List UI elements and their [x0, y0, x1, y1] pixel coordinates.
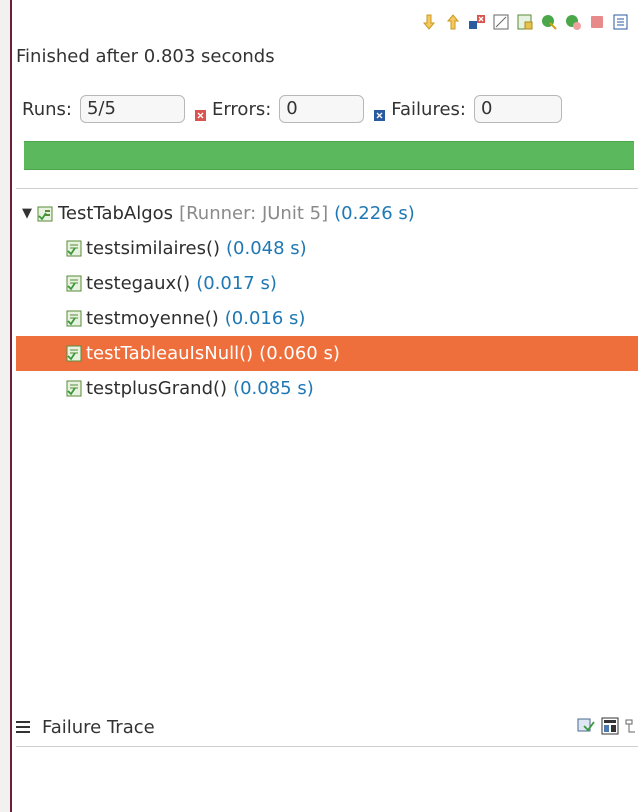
compare-result-icon[interactable] — [576, 716, 596, 741]
test-name: testmoyenne() — [86, 308, 219, 329]
stop-icon[interactable] — [588, 12, 606, 32]
test-name: testplusGrand() — [86, 378, 228, 399]
test-name: testegaux() — [86, 273, 191, 294]
counters-row: Runs: 5/5 Errors: 0 Failures: 0 — [22, 92, 632, 126]
show-failures-only-icon[interactable] — [468, 12, 486, 32]
suite-time: (0.226 s) — [334, 203, 415, 224]
expand-toggle-icon[interactable]: ▼ — [20, 206, 34, 221]
suite-runner: [Runner: JUnit 5] — [179, 203, 329, 224]
show-skipped-only-icon[interactable] — [516, 12, 534, 32]
failure-trace-header: Failure Trace — [16, 712, 638, 742]
scroll-lock-icon[interactable] — [492, 12, 510, 32]
runs-value: 5/5 — [79, 95, 185, 123]
test-passed-icon — [64, 344, 84, 364]
test-time: (0.060 s) — [259, 343, 340, 364]
failures-label: Failures: — [391, 98, 466, 120]
runs-label: Runs: — [22, 98, 72, 120]
divider — [16, 188, 638, 189]
failure-trace-label: Failure Trace — [42, 716, 155, 738]
divider — [16, 746, 638, 747]
left-edge-border — [0, 0, 12, 812]
error-icon — [194, 105, 206, 121]
errors-value: 0 — [279, 95, 365, 123]
test-passed-icon — [64, 379, 84, 399]
test-tree: ▼ TestTabAlgos [Runner: JUnit 5] (0.226 … — [16, 196, 638, 406]
suite-row[interactable]: ▼ TestTabAlgos [Runner: JUnit 5] (0.226 … — [16, 196, 638, 231]
next-failure-icon[interactable] — [420, 12, 438, 32]
test-time: (0.048 s) — [226, 238, 307, 259]
test-time: (0.085 s) — [233, 378, 314, 399]
test-row[interactable]: testplusGrand() (0.085 s) — [16, 371, 638, 406]
test-row[interactable]: testmoyenne() (0.016 s) — [16, 301, 638, 336]
test-time: (0.017 s) — [196, 273, 277, 294]
test-passed-icon — [64, 309, 84, 329]
failure-icon — [374, 105, 386, 121]
errors-label: Errors: — [211, 98, 272, 120]
previous-failure-icon[interactable] — [444, 12, 462, 32]
junit-toolbar — [420, 8, 632, 36]
test-passed-icon — [64, 274, 84, 294]
test-name: testTableauIsNull() — [86, 343, 254, 364]
test-row[interactable]: testsimilaires() (0.048 s) — [16, 231, 638, 266]
rerun-test-icon[interactable] — [540, 12, 558, 32]
progress-bar — [24, 141, 634, 170]
test-row[interactable]: testegaux() (0.017 s) — [16, 266, 638, 301]
test-time: (0.016 s) — [224, 308, 306, 329]
copy-trace-icon[interactable] — [624, 716, 638, 741]
status-text: Finished after 0.803 seconds — [16, 46, 275, 67]
failures-value: 0 — [473, 95, 562, 123]
test-name: testsimilaires() — [86, 238, 221, 259]
rerun-failed-first-icon[interactable] — [564, 12, 582, 32]
test-passed-icon — [64, 239, 84, 259]
suite-name: TestTabAlgos — [58, 203, 174, 224]
test-suite-icon — [36, 204, 56, 224]
trace-toolbar — [576, 716, 638, 741]
test-run-history-icon[interactable] — [612, 12, 630, 32]
test-row-selected[interactable]: testTableauIsNull() (0.060 s) — [16, 336, 638, 371]
stack-trace-icon — [16, 721, 30, 733]
filter-stack-trace-icon[interactable] — [600, 716, 620, 741]
